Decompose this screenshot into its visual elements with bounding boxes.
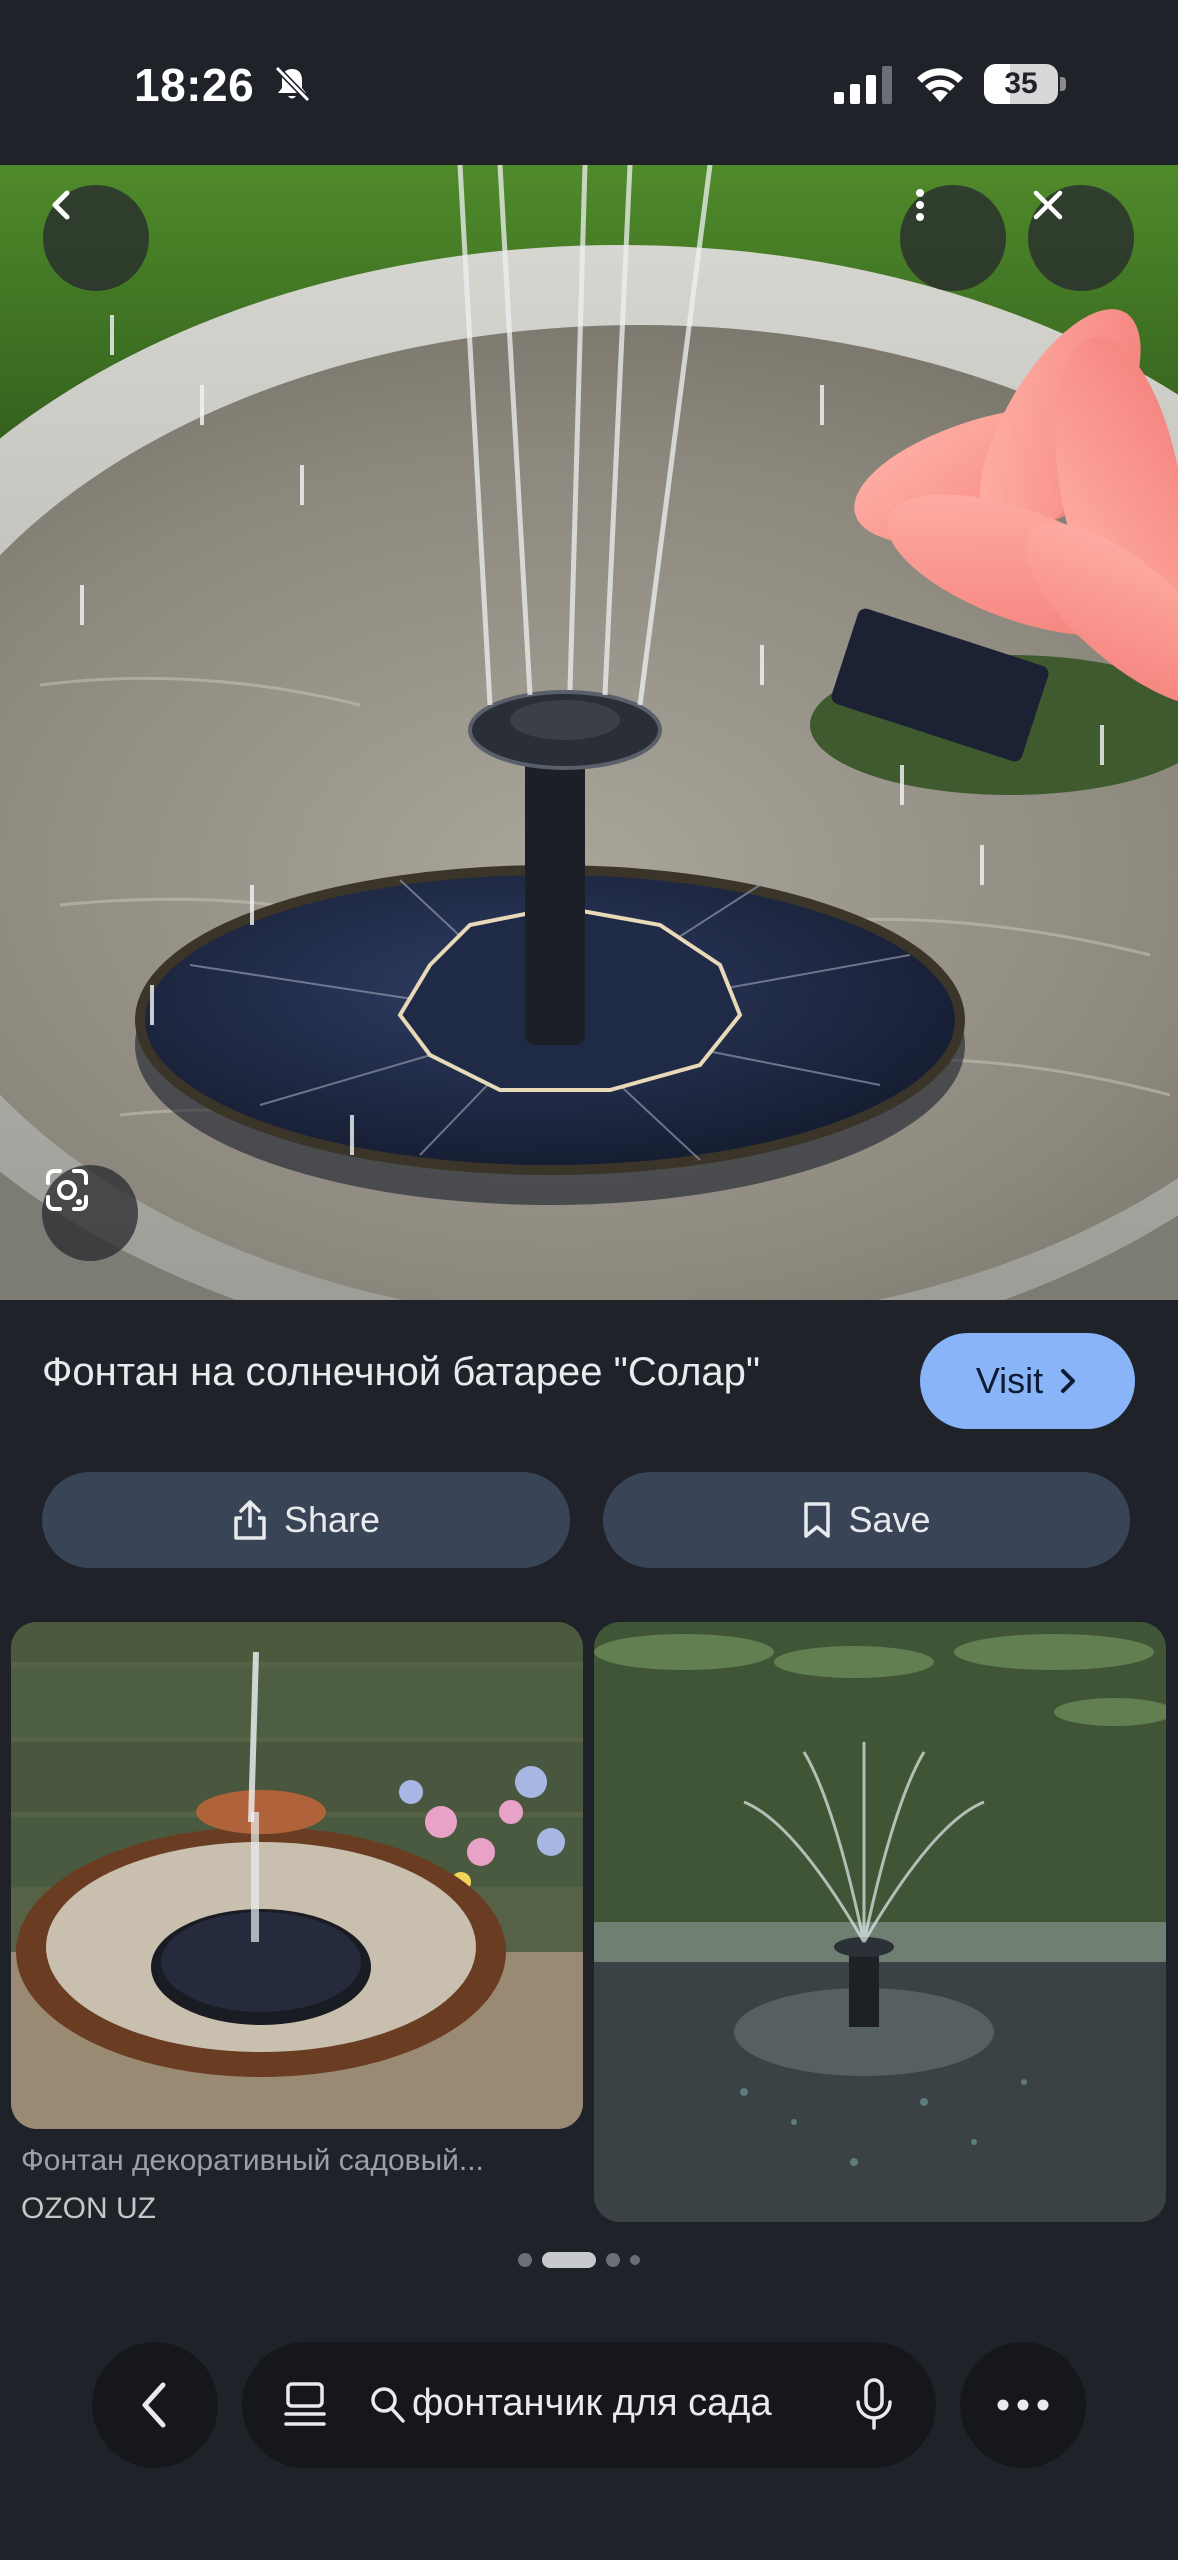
share-label: Share [283, 1499, 381, 1540]
search-query[interactable]: фонтанчик для сада [412, 2382, 772, 2425]
tabs-icon [284, 2382, 326, 2426]
close-button[interactable] [1028, 185, 1134, 291]
wifi-icon [917, 68, 963, 102]
back-arrow-icon [52, 190, 70, 220]
google-lens-button[interactable] [42, 1165, 138, 1261]
save-label: Save [848, 1499, 931, 1540]
fountain-photo [0, 165, 1178, 1300]
battery-indicator: 35 [984, 64, 1066, 104]
mic-icon[interactable] [854, 2376, 894, 2434]
chevron-right-icon [1061, 1369, 1076, 1393]
more-menu-button[interactable] [960, 2342, 1086, 2468]
search-icon [371, 2387, 405, 2423]
share-icon [234, 1500, 266, 1540]
back-icon [142, 2382, 166, 2428]
related-image-1[interactable] [11, 1622, 583, 2129]
pond-fountain-photo [594, 1622, 1166, 2222]
pager-dot [630, 2255, 640, 2265]
more-horiz-icon [997, 2399, 1049, 2411]
pager-dot-active [542, 2252, 596, 2268]
battery-percent: 35 [1004, 67, 1038, 100]
cellular-signal-icon [834, 66, 892, 104]
visit-button[interactable]: Visit [920, 1333, 1135, 1429]
close-icon [1033, 190, 1063, 220]
result-title: Фонтан на солнечной батарее "Солар" [42, 1350, 761, 1394]
status-time: 18:26 [134, 59, 255, 111]
screen: 18:26 35 Фонтан на солнечной батарее "Со… [0, 0, 1178, 2560]
pager-dots [518, 2252, 640, 2268]
status-bar: 18:26 35 [0, 0, 1178, 165]
related-source: OZON UZ [21, 2192, 156, 2225]
visit-label: Visit [975, 1360, 1044, 1401]
bookmark-icon [804, 1502, 831, 1538]
pager-dot [606, 2253, 620, 2267]
save-button[interactable]: Save [603, 1472, 1130, 1568]
related-image-2[interactable] [594, 1622, 1166, 2222]
back-button[interactable] [43, 185, 149, 291]
more-options-button[interactable] [900, 185, 1006, 291]
pager-dot [518, 2253, 532, 2267]
google-lens-icon [46, 1169, 88, 1211]
share-button[interactable]: Share [42, 1472, 570, 1568]
related-caption[interactable]: Фонтан декоративный садовый... [21, 2144, 581, 2178]
browser-back-button[interactable] [92, 2342, 218, 2468]
silent-bell-icon [274, 65, 311, 103]
more-vert-icon [916, 189, 924, 221]
hero-image[interactable] [0, 165, 1178, 1300]
search-bar[interactable]: фонтанчик для сада [242, 2342, 936, 2468]
garden-fountain-photo [11, 1622, 583, 2129]
